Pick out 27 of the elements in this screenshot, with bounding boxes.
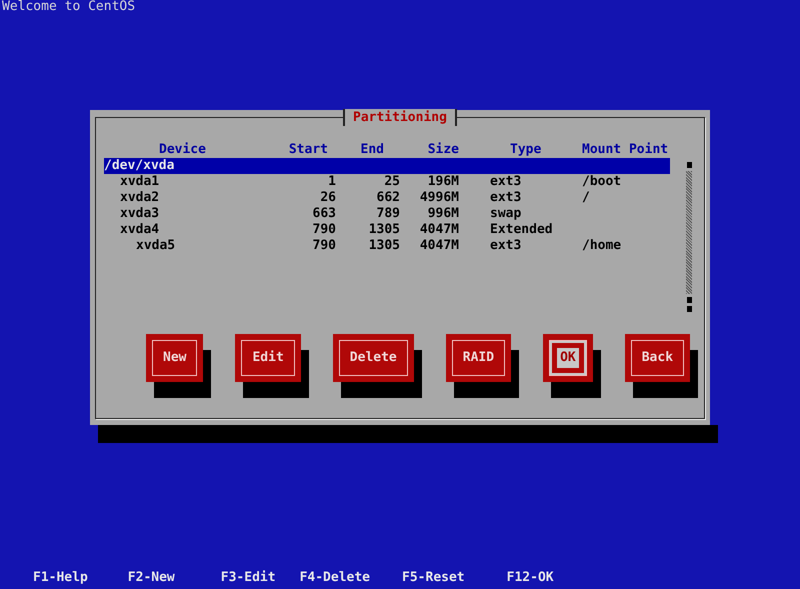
column-header: Mount Point (581, 142, 670, 158)
dialog-button[interactable]: Edit (235, 334, 301, 382)
hotkey-hint: F5-Reset (402, 570, 465, 586)
screen-title: Welcome to CentOS (1, 0, 136, 14)
partition-row[interactable]: xvda5 790 1305 4047M ext3 /home (104, 238, 670, 254)
dialog-button[interactable]: Delete (332, 334, 414, 382)
partition-row[interactable]: /dev/xvda (104, 158, 670, 174)
dialog-button[interactable]: New (146, 334, 204, 382)
partition-row[interactable]: xvda3 663 789 996M swap (104, 206, 670, 222)
column-header: Start (288, 142, 329, 158)
partition-row[interactable]: xvda2 26 662 4996M ext3 / (104, 190, 670, 206)
hotkey-hint: F3-Edit (220, 570, 276, 586)
partition-row[interactable]: xvda1 1 25 196M ext3 /boot (104, 174, 670, 190)
scroll-bar[interactable] (686, 162, 692, 312)
column-header: End (360, 142, 385, 158)
dialog-button[interactable]: OK (543, 334, 593, 382)
column-header: Type (509, 142, 542, 158)
dialog-button[interactable]: RAID (446, 334, 512, 382)
column-header: Device (158, 142, 207, 158)
partition-row[interactable]: xvda4 790 1305 4047M Extended (104, 222, 670, 238)
column-header: Size (426, 142, 459, 158)
hotkey-hint: F2-New (128, 570, 175, 586)
dialog-button[interactable]: Back (624, 334, 690, 382)
dialog-title: Partitioning (343, 109, 457, 126)
hotkey-hint: F1-Help (33, 570, 88, 586)
hotkey-hint: F12-OK (506, 570, 554, 586)
hotkey-hint: F4-Delete (300, 570, 370, 586)
